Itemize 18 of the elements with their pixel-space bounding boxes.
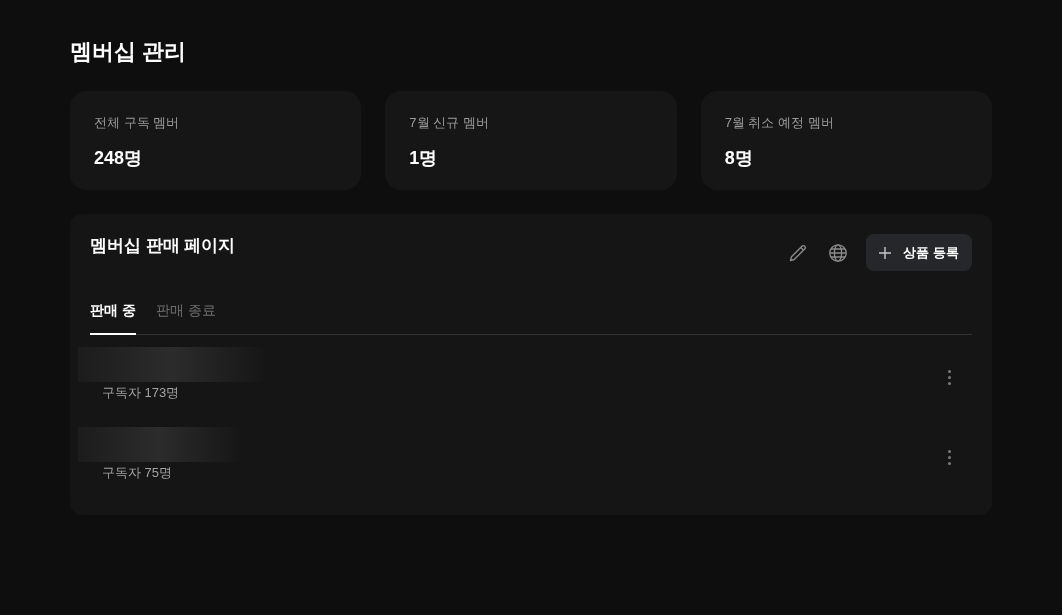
- subscriber-count: 구독자 173명: [101, 384, 181, 402]
- tab[interactable]: 판매 중: [90, 295, 136, 335]
- stat-value: 1명: [409, 147, 439, 170]
- stat-value: 8명: [724, 147, 754, 170]
- kebab-icon: [947, 369, 951, 385]
- page-title: 멤버십 관리: [70, 38, 188, 66]
- globe-icon: [829, 243, 848, 262]
- stat-label: 7월 취소 예정 멤버: [724, 114, 835, 132]
- kebab-icon: [947, 449, 951, 465]
- plus-icon: [879, 246, 892, 259]
- stat-label: 7월 신규 멤버: [409, 114, 490, 132]
- subscriber-count: 구독자 75명: [101, 464, 174, 482]
- tab[interactable]: 판매 종료: [155, 295, 216, 335]
- stat-label: 전체 구독 멤버: [94, 114, 181, 132]
- stat-value: 248명: [94, 147, 144, 170]
- pencil-icon: [788, 242, 809, 263]
- add-product-button[interactable]: 상품 등록: [866, 234, 972, 271]
- panel-title: 멤버십 판매 페이지: [90, 235, 236, 257]
